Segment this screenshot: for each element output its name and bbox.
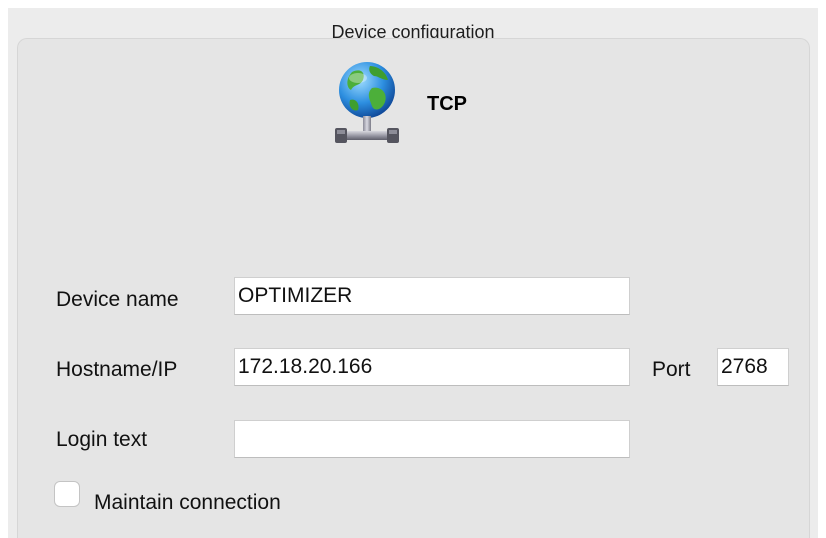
hostname-label: Hostname/IP (56, 358, 178, 381)
login-text-input[interactable] (234, 420, 630, 458)
maintain-connection-label[interactable]: Maintain connection (94, 491, 281, 515)
device-type-label: TCP (427, 93, 467, 115)
hostname-input[interactable] (234, 348, 630, 386)
port-label: Port (652, 358, 691, 381)
maintain-connection-checkbox[interactable] (54, 481, 80, 507)
login-text-label: Login text (56, 428, 148, 451)
port-input[interactable] (717, 348, 789, 386)
device-name-label: Device name (56, 288, 179, 311)
network-globe-icon (330, 58, 400, 158)
device-name-input[interactable] (234, 277, 630, 315)
